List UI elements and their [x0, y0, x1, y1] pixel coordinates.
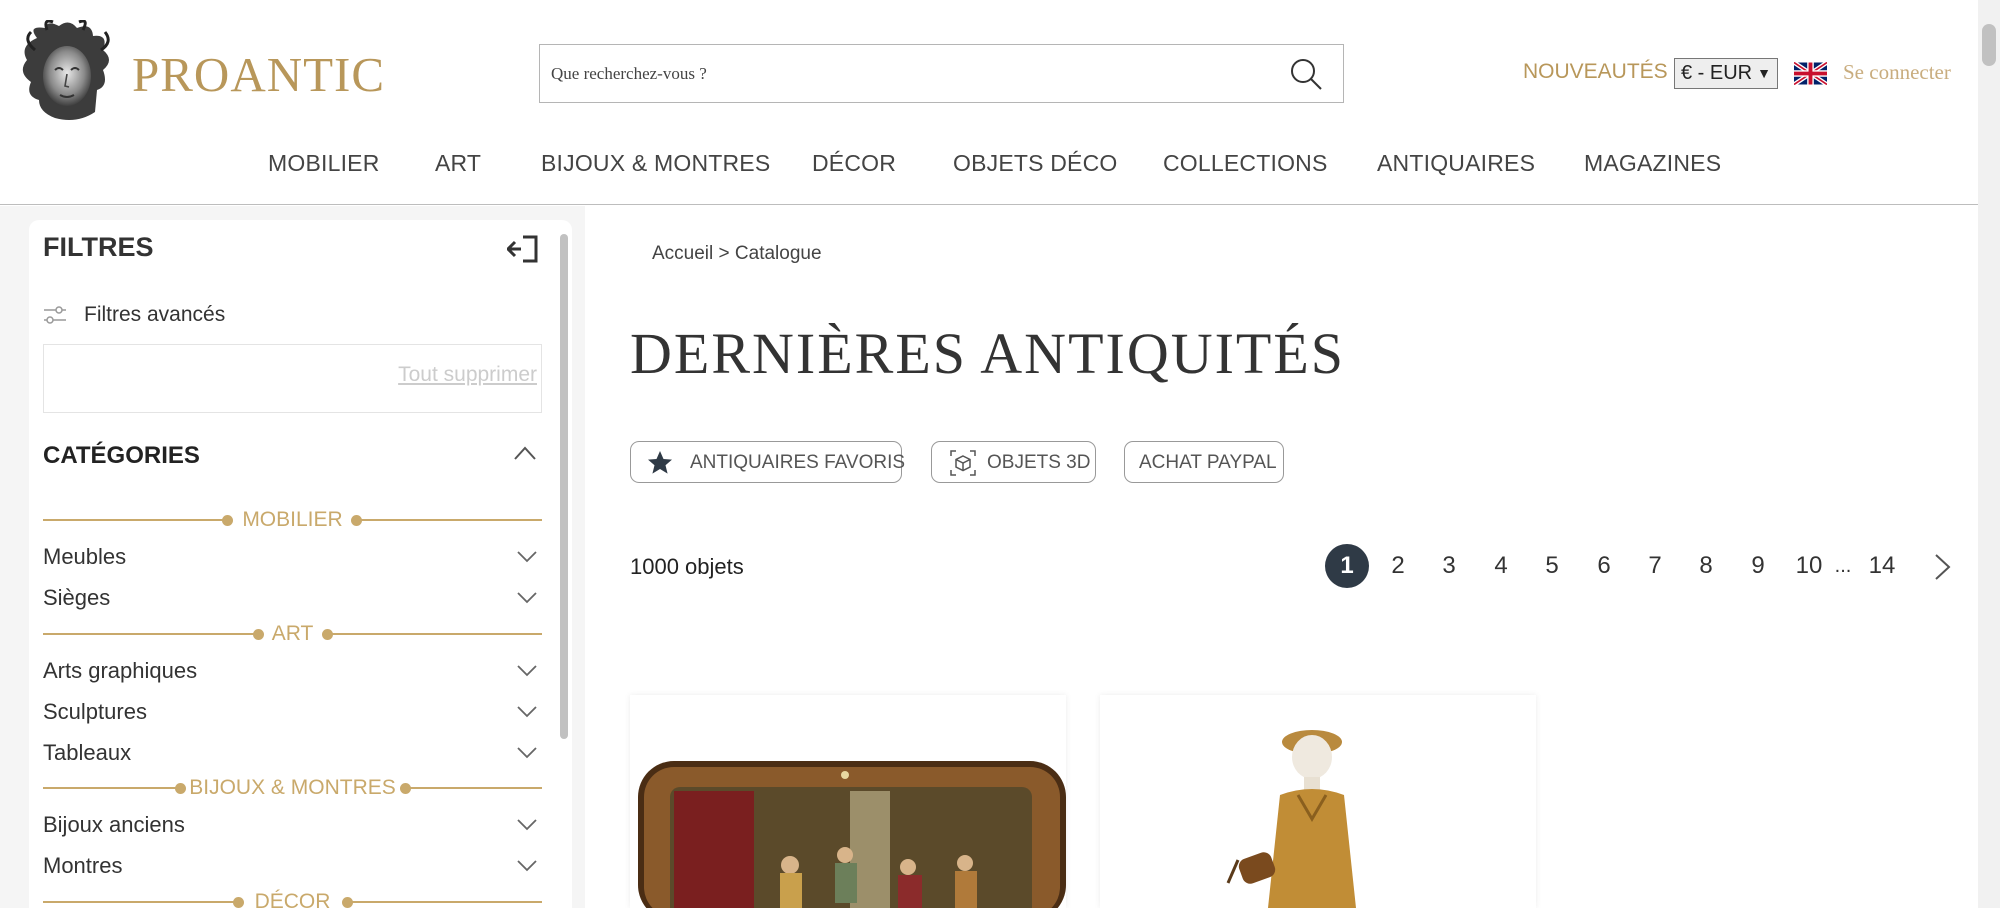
category-item-sculptures[interactable]: Sculptures — [43, 697, 542, 727]
chevron-down-icon: ▼ — [1757, 65, 1771, 81]
nouveautes-link[interactable]: NOUVEAUTÉS — [1523, 60, 1668, 84]
page-title: DERNIÈRES ANTIQUITÉS — [630, 321, 1346, 386]
page-14[interactable]: 14 — [1860, 544, 1904, 588]
active-filters-box: Tout supprimer — [43, 344, 542, 413]
currency-value: € - EUR — [1681, 62, 1753, 84]
3d-objects-button[interactable]: OBJETS 3D — [931, 441, 1096, 483]
chevron-down-icon[interactable] — [516, 664, 538, 678]
page-ellipsis: ... — [1834, 555, 1852, 577]
categories-title: CATÉGORIES — [43, 442, 200, 469]
category-item-tableaux[interactable]: Tableaux — [43, 738, 542, 768]
category-item-sieges[interactable]: Sièges — [43, 583, 542, 613]
site-header: PROANTIC NOUVEAUTÉS € - EUR ▼ Se connect… — [0, 0, 1978, 205]
product-image[interactable] — [1100, 695, 1536, 908]
chevron-down-icon[interactable] — [516, 550, 538, 564]
filters-sidebar: FILTRES Filtres avancés Tout supprimer C… — [29, 220, 572, 908]
chevron-down-icon[interactable] — [516, 746, 538, 760]
page-4[interactable]: 4 — [1479, 544, 1523, 588]
chevron-right-icon[interactable] — [1934, 553, 1952, 581]
chevron-down-icon[interactable] — [516, 859, 538, 873]
section-label: MOBILIER — [242, 508, 343, 531]
nav-objets-deco[interactable]: OBJETS DÉCO — [953, 150, 1118, 177]
cube-3d-icon — [950, 450, 976, 476]
breadcrumb[interactable]: Accueil > Catalogue — [652, 243, 822, 265]
advanced-filters-link[interactable]: Filtres avancés — [84, 303, 225, 327]
collapse-sidebar-icon[interactable] — [507, 234, 539, 264]
section-label: ART — [271, 622, 314, 645]
page-5[interactable]: 5 — [1530, 544, 1574, 588]
sliders-icon[interactable] — [43, 305, 67, 325]
chevron-down-icon[interactable] — [516, 591, 538, 605]
chevron-down-icon[interactable] — [516, 818, 538, 832]
section-label: BIJOUX & MONTRES — [189, 776, 396, 799]
signin-link[interactable]: Se connecter — [1843, 60, 1951, 85]
search-input[interactable] — [551, 45, 1251, 102]
page-scrollbar-thumb[interactable] — [1982, 24, 1996, 66]
nav-decor[interactable]: DÉCOR — [812, 150, 896, 177]
page-10[interactable]: 10 — [1787, 544, 1831, 588]
star-icon — [648, 451, 672, 474]
favorite-dealers-button[interactable]: ANTIQUAIRES FAVORIS — [630, 441, 905, 483]
page-scrollbar[interactable] — [1978, 0, 2000, 908]
section-label: DÉCOR — [254, 890, 331, 908]
currency-select[interactable]: € - EUR ▼ — [1674, 58, 1778, 89]
search-icon[interactable] — [1289, 57, 1323, 91]
page-2[interactable]: 2 — [1376, 544, 1420, 588]
logo-text[interactable]: PROANTIC — [132, 46, 385, 103]
search-bar — [539, 44, 1344, 103]
section-mobilier: MOBILIER — [43, 508, 542, 532]
page-3[interactable]: 3 — [1427, 544, 1471, 588]
product-card[interactable] — [630, 695, 1066, 908]
section-decor: DÉCOR — [43, 890, 542, 908]
main-nav: MOBILIER ART BIJOUX & MONTRES DÉCOR OBJE… — [0, 150, 1978, 180]
nav-bijoux-montres[interactable]: BIJOUX & MONTRES — [541, 150, 770, 177]
product-card[interactable] — [1100, 695, 1536, 908]
results-count: 1000 objets — [630, 554, 744, 579]
product-image[interactable] — [630, 695, 1066, 908]
paypal-button[interactable]: ACHAT PAYPAL — [1124, 441, 1284, 483]
chevron-up-icon[interactable] — [513, 445, 537, 461]
page-1[interactable]: 1 — [1325, 544, 1369, 588]
filters-title: FILTRES — [43, 232, 154, 262]
page-8[interactable]: 8 — [1684, 544, 1728, 588]
nav-antiquaires[interactable]: ANTIQUAIRES — [1377, 150, 1535, 177]
uk-flag-icon[interactable] — [1794, 62, 1827, 85]
category-item-montres[interactable]: Montres — [43, 851, 542, 881]
chevron-down-icon[interactable] — [516, 705, 538, 719]
medusa-logo-icon[interactable] — [17, 20, 115, 124]
page-7[interactable]: 7 — [1633, 544, 1677, 588]
nav-mobilier[interactable]: MOBILIER — [268, 150, 380, 177]
category-item-arts-graphiques[interactable]: Arts graphiques — [43, 656, 542, 686]
category-item-meubles[interactable]: Meubles — [43, 542, 542, 572]
nav-art[interactable]: ART — [435, 150, 481, 177]
nav-collections[interactable]: COLLECTIONS — [1163, 150, 1328, 177]
sidebar-scrollbar-thumb[interactable] — [560, 234, 568, 739]
clear-all-link[interactable]: Tout supprimer — [398, 363, 537, 387]
category-item-bijoux-anciens[interactable]: Bijoux anciens — [43, 810, 542, 840]
sidebar-scrollbar[interactable] — [559, 228, 569, 908]
section-bijoux-montres: BIJOUX & MONTRES — [43, 776, 542, 800]
nav-magazines[interactable]: MAGAZINES — [1584, 150, 1721, 177]
section-art: ART — [43, 622, 542, 646]
page-9[interactable]: 9 — [1736, 544, 1780, 588]
page-6[interactable]: 6 — [1582, 544, 1626, 588]
